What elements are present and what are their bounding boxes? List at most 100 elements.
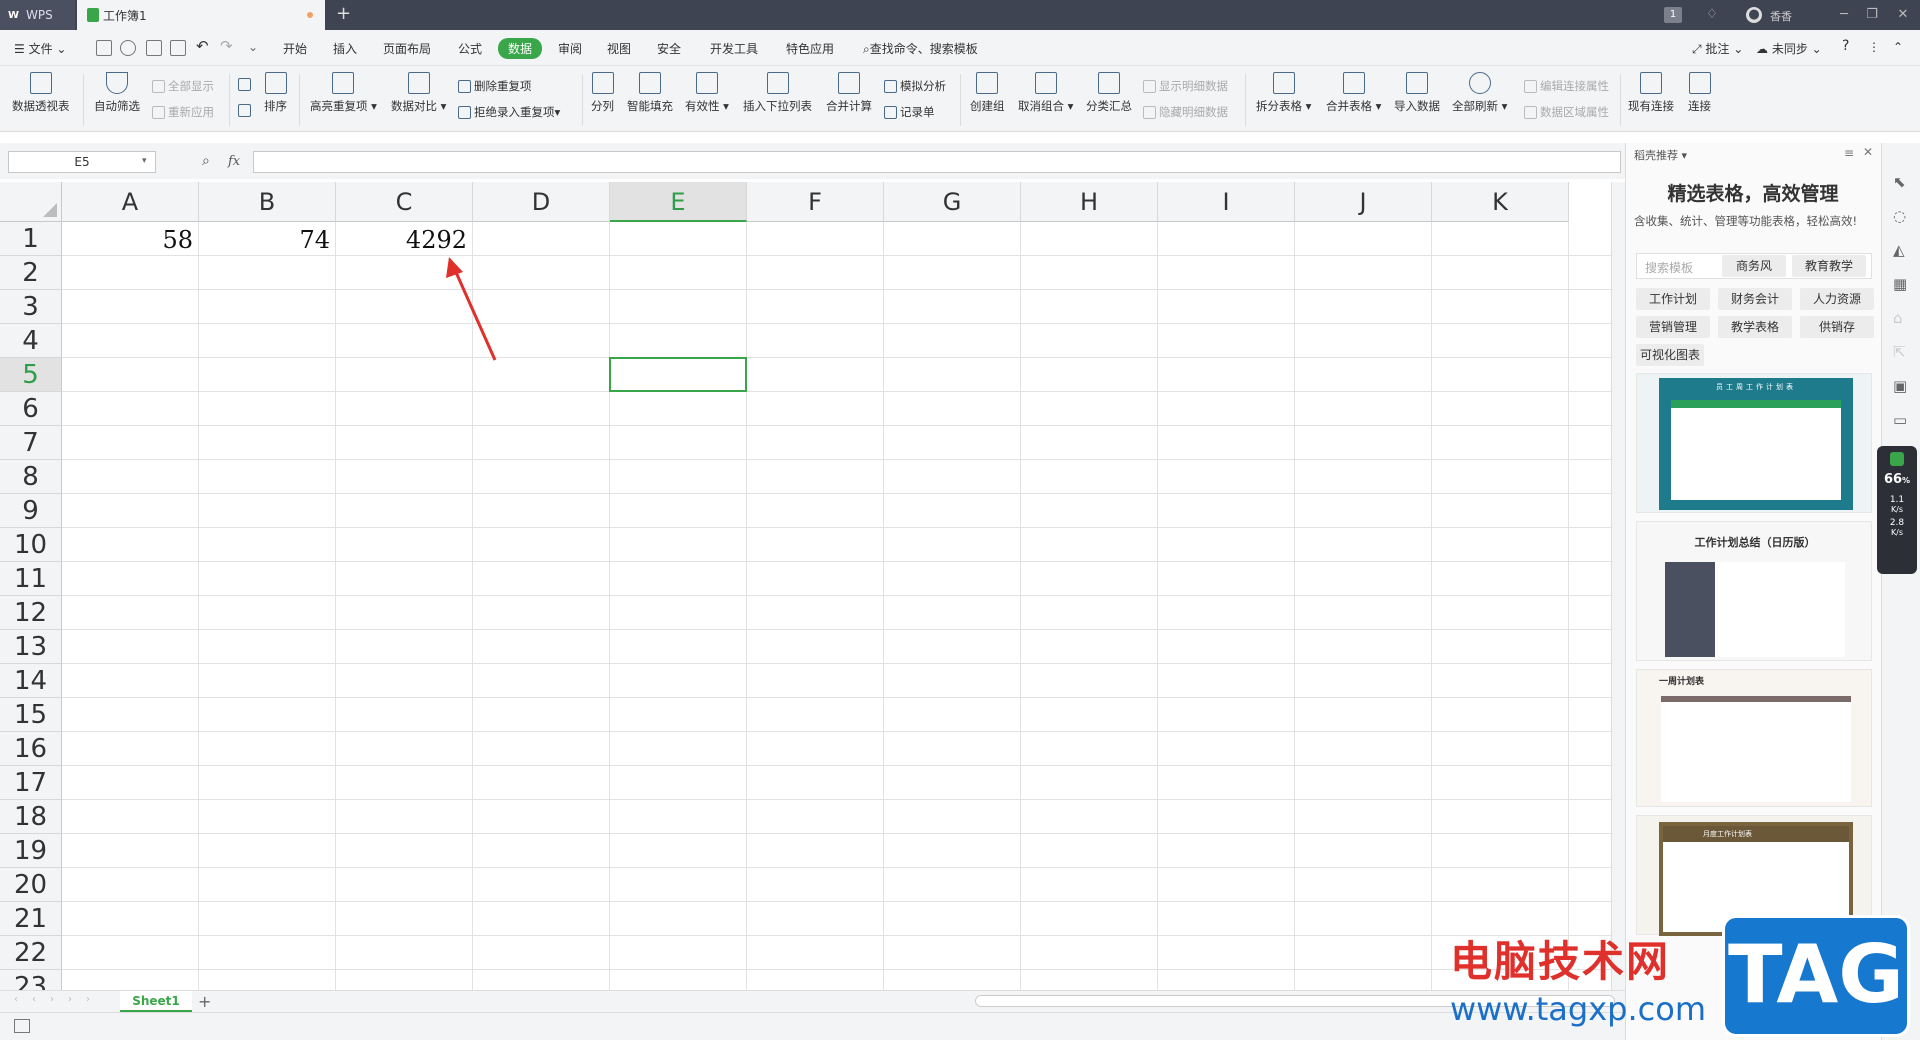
validity-button[interactable]: 有效性 ▾ <box>685 72 729 114</box>
collapse-ribbon-icon[interactable]: ⌃ <box>1893 40 1903 54</box>
split-column-button[interactable]: 分列 <box>591 72 614 114</box>
template-card-1[interactable]: 员工周工作计划表 <box>1636 373 1872 513</box>
formula-input[interactable] <box>253 151 1621 173</box>
share-icon[interactable]: ⇱ <box>1893 343 1906 361</box>
highlight-duplicates-button[interactable]: 高亮重复项 ▾ <box>310 72 377 114</box>
range-properties-button[interactable]: 数据区域属性 <box>1524 104 1609 120</box>
archive-icon[interactable]: ▭ <box>1893 411 1907 429</box>
save-icon[interactable] <box>96 40 112 56</box>
show-detail-button[interactable]: 显示明细数据 <box>1143 78 1228 94</box>
merge-table-button[interactable]: 合并表格 ▾ <box>1326 72 1381 114</box>
split-table-button[interactable]: 拆分表格 ▾ <box>1256 72 1311 114</box>
template-icon[interactable]: ▣ <box>1893 377 1907 395</box>
insert-dropdown-list-button[interactable]: 插入下拉列表 <box>743 72 812 114</box>
status-icon[interactable] <box>14 1019 30 1033</box>
what-if-analysis-button[interactable]: 模拟分析 <box>884 78 946 94</box>
zoom-icon[interactable]: ⌕ <box>202 153 210 169</box>
connect-button[interactable]: 连接 <box>1688 72 1711 114</box>
data-compare-button[interactable]: 数据对比 ▾ <box>391 72 446 114</box>
name-box[interactable]: E5 <box>8 151 156 173</box>
user-name[interactable]: 香香 <box>1770 8 1792 24</box>
sort-button[interactable]: 排序 <box>264 72 287 114</box>
add-sheet-button[interactable]: + <box>198 992 211 1011</box>
reject-duplicates-button[interactable]: 拒绝录入重复项 ▾ <box>458 104 560 120</box>
chip-education[interactable]: 教育教学 <box>1792 255 1866 277</box>
autofilter-button[interactable]: 自动筛选 <box>94 72 140 114</box>
smart-fill-button[interactable]: 智能填充 <box>627 72 673 114</box>
menu-security[interactable]: 安全 <box>657 40 681 57</box>
file-menu[interactable]: ☰ 文件 ⌄ <box>14 40 66 57</box>
show-all-button[interactable]: 全部显示 <box>152 78 214 94</box>
wps-home-tab[interactable]: W WPS <box>0 0 75 30</box>
subtotal-button[interactable]: 分类汇总 <box>1086 72 1132 114</box>
name-box-dropdown-icon[interactable]: ▾ <box>142 156 147 166</box>
ungroup-button[interactable]: 取消组合 ▾ <box>1018 72 1073 114</box>
pane-menu-icon[interactable]: ≡ <box>1844 146 1854 160</box>
menu-view[interactable]: 视图 <box>607 40 631 57</box>
comment-button[interactable]: ⤢ 批注 ⌄ <box>1692 40 1743 57</box>
sort-asc-icon[interactable] <box>238 78 254 91</box>
chip-teaching[interactable]: 教学表格 <box>1718 316 1792 338</box>
table-icon[interactable]: ▦ <box>1893 275 1907 293</box>
help-icon[interactable]: ? <box>1842 38 1849 54</box>
more-icon[interactable]: ⋮ <box>1868 40 1880 54</box>
vertical-scrollbar[interactable] <box>1611 182 1625 992</box>
hide-detail-button[interactable]: 隐藏明细数据 <box>1143 104 1228 120</box>
record-form-button[interactable]: 记录单 <box>884 104 935 120</box>
chip-business[interactable]: 商务风 <box>1722 255 1786 277</box>
import-data-button[interactable]: 导入数据 <box>1394 72 1440 114</box>
format-painter-icon[interactable] <box>120 40 136 56</box>
menu-formula[interactable]: 公式 <box>458 40 482 57</box>
sync-button[interactable]: ☁ 未同步 ⌄ <box>1756 40 1822 57</box>
backup-icon[interactable]: ⌂ <box>1893 309 1903 327</box>
pane-header[interactable]: 稻壳推荐 ▾ <box>1634 147 1687 163</box>
reapply-button[interactable]: 重新应用 <box>152 104 214 120</box>
avatar[interactable]: ● <box>1746 7 1762 23</box>
pivot-table-button[interactable]: 数据透视表 <box>12 72 70 114</box>
menu-special[interactable]: 特色应用 <box>786 40 834 57</box>
chip-finance[interactable]: 财务会计 <box>1718 288 1792 310</box>
remove-duplicates-button[interactable]: 删除重复项 <box>458 78 532 94</box>
new-tab-button[interactable]: + <box>336 3 351 24</box>
sheet-nav-arrows-icon[interactable]: ‹‹››› <box>14 994 104 1005</box>
shapes-icon[interactable]: ◌ <box>1893 207 1906 225</box>
chip-hr[interactable]: 人力资源 <box>1800 288 1874 310</box>
print-preview-icon[interactable] <box>170 40 186 56</box>
shirt-icon[interactable]: ♢ <box>1704 7 1720 23</box>
cursor-icon[interactable]: ⬉ <box>1893 173 1906 191</box>
maximize-icon[interactable]: ❐ <box>1864 7 1880 23</box>
quick-access-dropdown-icon[interactable]: ⌄ <box>248 40 258 54</box>
document-tab[interactable]: 工作簿1 <box>77 0 325 30</box>
style-icon[interactable]: ◭ <box>1893 241 1905 259</box>
chip-charts[interactable]: 可视化图表 <box>1636 344 1704 366</box>
command-search[interactable]: ⌕查找命令、搜索模板 <box>863 40 978 57</box>
worksheet-grid[interactable]: ABCDEFGHIJK 1 2 3 4 5 6 7 8 9 10 11 12 13 14 15 16 17 18 1… <box>0 182 1625 992</box>
sort-desc-icon[interactable] <box>238 104 254 117</box>
menu-review[interactable]: 审阅 <box>558 40 582 57</box>
print-icon[interactable] <box>146 40 162 56</box>
template-card-3[interactable]: 一周计划表 <box>1636 669 1872 807</box>
chip-work-plan[interactable]: 工作计划 <box>1636 288 1710 310</box>
chip-inventory[interactable]: 供销存 <box>1800 316 1874 338</box>
redo-icon[interactable]: ↷ <box>220 37 233 55</box>
existing-connections-button[interactable]: 现有连接 <box>1628 72 1674 114</box>
menu-developer[interactable]: 开发工具 <box>710 40 758 57</box>
close-icon[interactable]: ✕ <box>1895 7 1911 23</box>
template-search-input[interactable]: 搜索模板 <box>1645 259 1693 276</box>
menu-home[interactable]: 开始 <box>283 40 307 57</box>
page-count-badge[interactable]: 1 <box>1664 7 1682 23</box>
chip-marketing[interactable]: 营销管理 <box>1636 316 1710 338</box>
menu-data[interactable]: 数据 <box>498 38 543 59</box>
refresh-all-button[interactable]: 全部刷新 ▾ <box>1452 72 1507 114</box>
sheet-tab-sheet1[interactable]: Sheet1 <box>120 991 192 1012</box>
template-card-2[interactable]: 工作计划总结（日历版） <box>1636 521 1872 661</box>
undo-icon[interactable]: ↶ <box>196 37 209 55</box>
create-group-button[interactable]: 创建组 <box>970 72 1005 114</box>
consolidate-button[interactable]: 合并计算 <box>826 72 872 114</box>
fx-icon[interactable]: fx <box>228 154 240 169</box>
edit-connection-button[interactable]: 编辑连接属性 <box>1524 78 1609 94</box>
minimize-icon[interactable]: ─ <box>1836 7 1852 23</box>
menu-page-layout[interactable]: 页面布局 <box>383 40 431 57</box>
menu-insert[interactable]: 插入 <box>333 40 357 57</box>
pane-close-icon[interactable]: ✕ <box>1863 145 1873 159</box>
